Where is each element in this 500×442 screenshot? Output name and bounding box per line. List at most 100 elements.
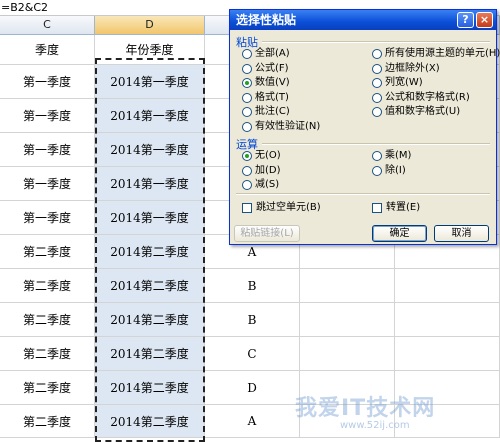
cell-c[interactable]: 第二季度 xyxy=(0,337,95,370)
paste-option-label: 公式(F) xyxy=(255,62,289,74)
paste-extra-option-label: 公式和数字格式(R) xyxy=(385,91,470,103)
operation-option-1[interactable]: 加(D) xyxy=(242,165,281,177)
checkbox-box[interactable] xyxy=(372,203,382,213)
cell-d[interactable]: 2014第一季度 xyxy=(95,99,205,132)
paste-option-1[interactable]: 公式(F) xyxy=(242,63,289,75)
checkbox-box[interactable] xyxy=(242,203,252,213)
operation-option-label: 无(O) xyxy=(255,150,281,161)
operation-group-divider xyxy=(262,143,490,145)
transpose-label: 转置(E) xyxy=(386,202,421,213)
paste-extra-option-label: 边框除外(X) xyxy=(385,62,440,74)
cell-c[interactable]: 第二季度 xyxy=(0,371,95,404)
radio-button[interactable] xyxy=(242,180,252,190)
options-divider xyxy=(236,193,490,195)
paste-special-dialog: 选择性粘贴 ? × 粘贴 全部(A) 公式(F) 数值(V) 格式(T) 批注(C) 有效… xyxy=(229,9,500,245)
operation-option-2[interactable]: 减(S) xyxy=(242,179,279,191)
table-row: 第二季度 2014第二季度 B xyxy=(0,303,500,337)
radio-button[interactable] xyxy=(242,78,252,89)
watermark-logo: 我爱IT技术网 xyxy=(295,396,436,421)
cell-d[interactable]: 2014第一季度 xyxy=(95,65,205,98)
cell-d[interactable]: 2014第二季度 xyxy=(95,235,205,268)
cell-d[interactable]: 2014第一季度 xyxy=(95,201,205,234)
cell-f[interactable] xyxy=(300,303,395,336)
radio-button[interactable] xyxy=(242,49,252,59)
operation-option-0[interactable]: 无(O) xyxy=(242,150,281,162)
paste-option-label: 全部(A) xyxy=(255,48,290,59)
column-header-c[interactable]: C xyxy=(0,16,95,34)
paste-option-3[interactable]: 格式(T) xyxy=(242,92,289,104)
cell-d[interactable]: 2014第二季度 xyxy=(95,269,205,302)
paste-extra-option-0[interactable]: 所有使用源主题的单元(H) xyxy=(372,48,500,60)
radio-button[interactable] xyxy=(242,63,252,74)
table-row: 第二季度 2014第二季度 C xyxy=(0,337,500,371)
radio-button[interactable] xyxy=(242,122,252,132)
paste-extra-option-4[interactable]: 值和数字格式(U) xyxy=(372,106,460,118)
cell-g[interactable] xyxy=(395,303,500,336)
cell-d[interactable]: 2014第二季度 xyxy=(95,303,205,336)
cell-e[interactable]: C xyxy=(205,337,300,370)
skip-blanks-checkbox[interactable]: 跳过空单元(B) xyxy=(242,202,321,214)
cell-g[interactable] xyxy=(395,269,500,302)
cell-d[interactable]: 2014第二季度 xyxy=(95,337,205,370)
radio-button[interactable] xyxy=(372,151,382,161)
paste-extra-option-1[interactable]: 边框除外(X) xyxy=(372,63,440,75)
dialog-title: 选择性粘贴 xyxy=(236,13,297,27)
radio-button[interactable] xyxy=(242,151,252,161)
cell-e[interactable]: D xyxy=(205,371,300,404)
paste-option-label: 格式(T) xyxy=(255,91,289,103)
radio-button[interactable] xyxy=(372,63,382,74)
radio-button[interactable] xyxy=(372,92,382,103)
cell-d[interactable]: 2014第一季度 xyxy=(95,133,205,166)
radio-button[interactable] xyxy=(242,165,252,176)
cell-e[interactable]: B xyxy=(205,269,300,302)
cell-c[interactable]: 季度 xyxy=(0,35,95,64)
operation-extra-option-label: 乘(M) xyxy=(385,150,412,161)
radio-button[interactable] xyxy=(372,78,382,89)
close-icon[interactable]: × xyxy=(476,12,493,28)
cell-c[interactable]: 第一季度 xyxy=(0,201,95,234)
cell-d[interactable]: 2014第二季度 xyxy=(95,371,205,404)
paste-link-button[interactable]: 粘贴链接(L) xyxy=(234,225,300,242)
cell-c[interactable]: 第二季度 xyxy=(0,269,95,302)
paste-option-4[interactable]: 批注(C) xyxy=(242,106,290,118)
paste-option-label: 有效性验证(N) xyxy=(255,121,321,132)
cell-f[interactable] xyxy=(300,337,395,370)
paste-extra-option-2[interactable]: 列宽(W) xyxy=(372,77,423,89)
cell-d[interactable]: 2014第二季度 xyxy=(95,405,205,437)
cell-c[interactable]: 第二季度 xyxy=(0,405,95,437)
transpose-checkbox[interactable]: 转置(E) xyxy=(372,202,420,214)
cell-c[interactable]: 第二季度 xyxy=(0,303,95,336)
ok-button[interactable]: 确定 xyxy=(372,225,427,242)
cell-f[interactable] xyxy=(300,269,395,302)
cell-c[interactable]: 第二季度 xyxy=(0,235,95,268)
radio-button[interactable] xyxy=(372,107,382,118)
operation-extra-option-label: 除(I) xyxy=(385,164,406,176)
paste-option-0[interactable]: 全部(A) xyxy=(242,48,290,60)
paste-option-5[interactable]: 有效性验证(N) xyxy=(242,121,320,133)
radio-button[interactable] xyxy=(242,92,252,103)
help-icon[interactable]: ? xyxy=(457,12,474,28)
paste-option-label: 批注(C) xyxy=(255,106,290,118)
radio-button[interactable] xyxy=(372,165,382,176)
cancel-button[interactable]: 取消 xyxy=(434,225,489,242)
paste-extra-option-3[interactable]: 公式和数字格式(R) xyxy=(372,92,470,104)
paste-option-label: 数值(V) xyxy=(255,77,290,89)
watermark-url: www.52ij.com xyxy=(340,420,410,431)
cell-c[interactable]: 第一季度 xyxy=(0,99,95,132)
table-row: 第二季度 2014第二季度 B xyxy=(0,269,500,303)
radio-button[interactable] xyxy=(372,49,382,59)
cell-g[interactable] xyxy=(395,337,500,370)
operation-extra-option-1[interactable]: 除(I) xyxy=(372,165,406,177)
cell-c[interactable]: 第一季度 xyxy=(0,167,95,200)
radio-button[interactable] xyxy=(242,107,252,118)
cell-d[interactable]: 年份季度 xyxy=(95,35,205,64)
paste-extra-option-label: 所有使用源主题的单元(H) xyxy=(385,48,500,59)
column-header-d[interactable]: D xyxy=(95,16,205,34)
operation-extra-option-0[interactable]: 乘(M) xyxy=(372,150,411,162)
paste-option-2[interactable]: 数值(V) xyxy=(242,77,290,89)
cell-d[interactable]: 2014第一季度 xyxy=(95,167,205,200)
cell-e[interactable]: A xyxy=(205,405,300,437)
cell-c[interactable]: 第一季度 xyxy=(0,133,95,166)
cell-c[interactable]: 第一季度 xyxy=(0,65,95,98)
cell-e[interactable]: B xyxy=(205,303,300,336)
